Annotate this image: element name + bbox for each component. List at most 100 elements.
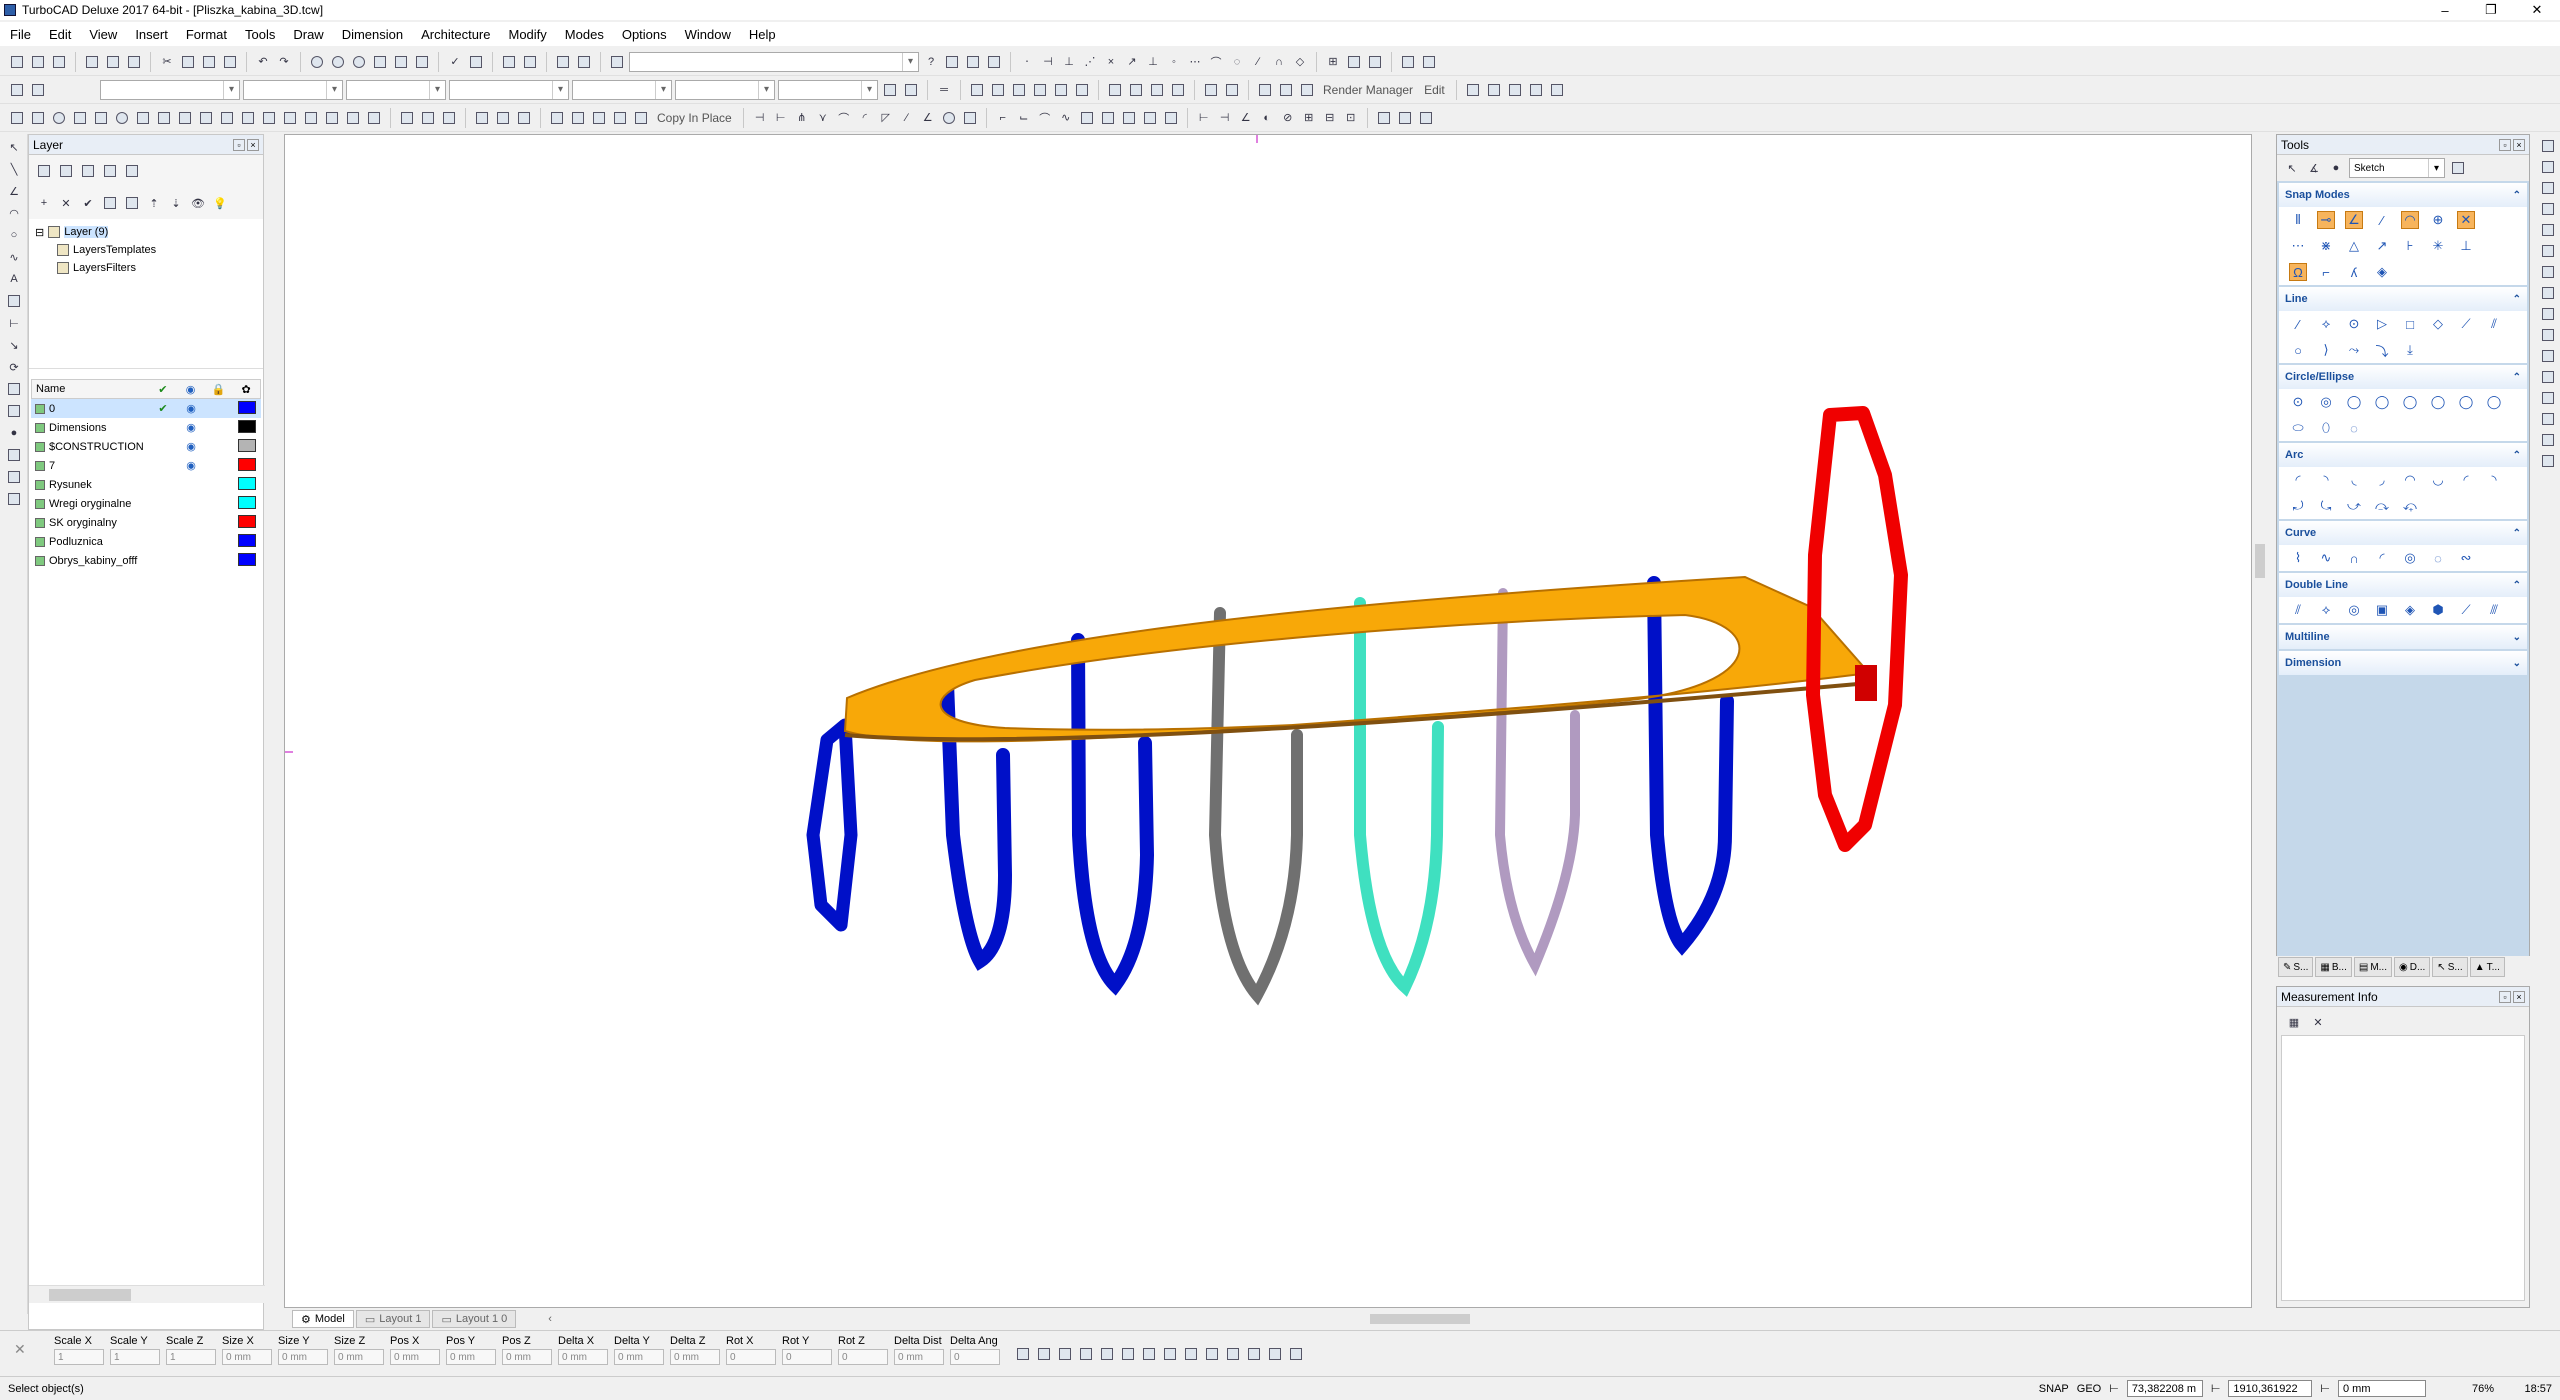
polyline-icon-2[interactable]: ⟩ — [2317, 341, 2335, 359]
grid-icon[interactable]: ⊞ — [1324, 53, 1342, 71]
inspector-tool-icon[interactable] — [1203, 1345, 1221, 1363]
iso-nw-icon[interactable] — [1169, 81, 1187, 99]
side-tool-13-icon[interactable] — [2539, 389, 2557, 407]
polyline-icon[interactable] — [8, 109, 26, 127]
tab-scroll-left-icon[interactable]: ‹ — [548, 1313, 552, 1325]
boolean-add-icon[interactable] — [398, 109, 416, 127]
collapse-icon[interactable]: ⌃ — [2513, 294, 2521, 305]
arc-rot-icon[interactable]: ◜ — [2457, 471, 2475, 489]
y-coordinate[interactable]: 1910,361922 — [2228, 1380, 2313, 1397]
undo-icon[interactable]: ↶ — [254, 53, 272, 71]
size-combo[interactable]: ▾ — [778, 79, 878, 100]
select-tool-icon[interactable] — [8, 81, 26, 99]
snap-middle-icon[interactable]: ⊣ — [1039, 53, 1057, 71]
meet-icon[interactable]: ∠ — [919, 109, 937, 127]
layer-color-swatch[interactable] — [238, 533, 256, 547]
canvas-hscroll-thumb[interactable] — [1370, 1314, 1470, 1324]
layer-set-active-icon[interactable]: ✔ — [79, 194, 97, 212]
tree-root-item[interactable]: ⊟ Layer (9) — [35, 223, 257, 241]
group-icon[interactable] — [554, 53, 572, 71]
reshape-icon[interactable]: ⌒ — [1036, 109, 1054, 127]
preview-icon[interactable] — [125, 53, 143, 71]
arc-tangent-6-icon[interactable]: ⤽ — [2401, 497, 2419, 515]
name-column-header[interactable]: Name — [32, 383, 149, 395]
view-left-icon[interactable] — [1010, 81, 1028, 99]
curve-tool-icon[interactable]: ∿ — [5, 248, 23, 266]
zoom-previous-icon[interactable] — [392, 53, 410, 71]
dline-parallel-icon[interactable]: ⫻ — [2485, 601, 2503, 619]
inspector-tool-icon[interactable] — [1161, 1345, 1179, 1363]
align-icon[interactable] — [961, 109, 979, 127]
menu-dimension[interactable]: Dimension — [342, 27, 403, 42]
layer-color-cell[interactable] — [233, 419, 261, 436]
inspector-tool-icon[interactable] — [1077, 1345, 1095, 1363]
inspector-tool-icon[interactable] — [1140, 1345, 1158, 1363]
inspector-field-input[interactable]: 0 mm — [446, 1349, 496, 1365]
render-settings-icon[interactable] — [1548, 81, 1566, 99]
layer-tree-icon[interactable] — [57, 162, 75, 180]
multiline-header[interactable]: Multiline ⌄ — [2279, 625, 2527, 649]
layer-row[interactable]: Dimensions ◉ — [31, 418, 261, 437]
menu-options[interactable]: Options — [622, 27, 667, 42]
ungroup-icon[interactable] — [575, 53, 593, 71]
text-tool-icon[interactable]: A — [5, 270, 23, 288]
line-header[interactable]: Line ⌃ — [2279, 287, 2527, 311]
save-icon[interactable] — [50, 53, 68, 71]
layer-filter-icon[interactable] — [123, 194, 141, 212]
inspector-field-input[interactable]: 0 mm — [614, 1349, 664, 1365]
layer-add-icon[interactable]: + — [35, 194, 53, 212]
view-back-icon[interactable] — [1052, 81, 1070, 99]
layer-hscrollbar[interactable] — [29, 1285, 265, 1303]
new-file-icon[interactable] — [8, 53, 26, 71]
collapse-icon[interactable]: ⌃ — [2513, 190, 2521, 201]
arc-center-icon[interactable]: ◜ — [2289, 471, 2307, 489]
layer-color-swatch[interactable] — [238, 476, 256, 490]
dline-multi-icon[interactable]: ⟡ — [2317, 601, 2335, 619]
perp-line-icon[interactable]: ⟋ — [2457, 315, 2475, 333]
spline-icon[interactable]: ⌇ — [2289, 549, 2307, 567]
snap-magnet-icon[interactable]: ∩ — [1270, 53, 1288, 71]
menu-architecture[interactable]: Architecture — [421, 27, 490, 42]
rotated-rect-icon[interactable]: ◇ — [2429, 315, 2447, 333]
circle-tangent-3-icon[interactable]: ◯ — [2457, 393, 2475, 411]
bezier-curve-icon[interactable]: ∩ — [2345, 549, 2363, 567]
explode-icon[interactable] — [940, 109, 958, 127]
menu-modify[interactable]: Modify — [509, 27, 547, 42]
side-tool-8-icon[interactable] — [2539, 284, 2557, 302]
dim-diameter-icon[interactable]: ⊘ — [1279, 109, 1297, 127]
canvas-vscrollbar[interactable] — [2252, 134, 2268, 1308]
split-icon[interactable]: ⋔ — [793, 109, 811, 127]
layer-visibility-eye[interactable]: ◉ — [177, 402, 205, 415]
iso-ne-icon[interactable] — [1148, 81, 1166, 99]
layer-up-icon[interactable]: ⇡ — [145, 194, 163, 212]
layer-row[interactable]: SK oryginalny — [31, 513, 261, 532]
side-tool-3-icon[interactable] — [2539, 179, 2557, 197]
side-tool-9-icon[interactable] — [2539, 305, 2557, 323]
pen-width-combo[interactable]: ▾ — [449, 79, 569, 100]
snap-midpoint-icon[interactable]: ⊸ — [2317, 211, 2335, 229]
workspace-config-icon[interactable] — [2449, 159, 2467, 177]
color-column-icon[interactable]: ✿ — [232, 383, 260, 396]
viewport-layout-icon[interactable] — [1396, 109, 1414, 127]
menu-modes[interactable]: Modes — [565, 27, 604, 42]
polygon-line-icon[interactable]: ⊙ — [2345, 315, 2363, 333]
help-icon[interactable]: ? — [922, 53, 940, 71]
check-column-icon[interactable]: ✔ — [149, 383, 177, 396]
irregular-polygon-icon[interactable]: ⤳ — [2345, 341, 2363, 359]
tools-pin-icon[interactable]: ▫ — [2499, 138, 2511, 151]
arc-tangent-4-icon[interactable]: ⤻ — [2345, 497, 2363, 515]
menu-format[interactable]: Format — [186, 27, 227, 42]
tools-tab-selection[interactable]: ↖ S... — [2432, 957, 2468, 977]
cone-icon[interactable] — [92, 109, 110, 127]
snap-perpendicular-icon-2[interactable]: ⊥ — [2457, 237, 2475, 255]
extrude-icon[interactable] — [176, 109, 194, 127]
sweep-icon[interactable] — [239, 109, 257, 127]
tab-layout-1-0[interactable]: ▭ Layout 1 0 — [432, 1310, 517, 1328]
canvas-vscroll-thumb[interactable] — [2255, 544, 2265, 578]
zoom-extents-icon[interactable] — [371, 53, 389, 71]
imprint-icon[interactable] — [515, 109, 533, 127]
design-director-icon[interactable] — [1420, 53, 1438, 71]
zoom-out-icon[interactable] — [329, 53, 347, 71]
side-tool-7-icon[interactable] — [2539, 263, 2557, 281]
side-tool-2-icon[interactable] — [2539, 158, 2557, 176]
